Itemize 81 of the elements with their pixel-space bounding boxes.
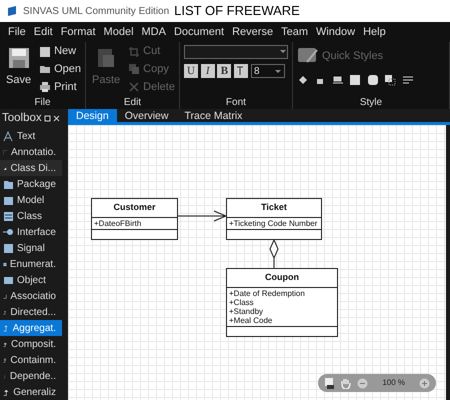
toolbox-item[interactable]: Depende.. — [0, 368, 62, 384]
folder-icon — [3, 178, 14, 190]
menu-item[interactable]: Team — [277, 24, 312, 40]
window-title: SINVAS UML Community Edition — [23, 4, 170, 18]
pin-icon — [44, 115, 51, 122]
menu-item[interactable]: Help — [359, 24, 390, 40]
toolbox-title: Toolbox — [2, 110, 42, 126]
toolbox-item[interactable]: Containm. — [0, 352, 62, 368]
app-logo-icon — [6, 5, 18, 17]
hand-icon — [340, 378, 352, 388]
class-icon — [3, 210, 14, 222]
square-icon — [349, 74, 362, 86]
copy-icon — [128, 63, 140, 76]
toolbox-item[interactable]: Annotatio. — [0, 144, 62, 160]
toolbox-item[interactable]: Text — [0, 128, 62, 144]
letter-a-icon — [3, 130, 14, 142]
close-icon — [52, 115, 60, 122]
toolbox-item[interactable]: Associatio — [0, 288, 62, 304]
caret-icon — [274, 68, 282, 74]
ribbon-button[interactable]: New — [39, 44, 81, 59]
toolbox-item[interactable]: Interface — [0, 224, 62, 240]
tab[interactable]: Overview — [116, 109, 176, 122]
page-icon — [324, 378, 334, 388]
caption-text: LIST OF FREEWARE — [174, 2, 300, 20]
group-label: Edit — [122, 96, 142, 109]
toolbox-item[interactable]: Signal — [0, 240, 62, 256]
line-style-icon — [332, 74, 344, 86]
attribute-text: +DateoFBirth — [94, 218, 142, 228]
ribbon-button[interactable]: Print — [39, 80, 81, 94]
text-format-icon — [234, 64, 248, 78]
format-button[interactable]: U — [184, 64, 198, 78]
toolbox-item[interactable]: Class — [0, 208, 62, 224]
class-name: Ticket — [227, 199, 321, 218]
shadow-icon — [384, 74, 396, 86]
interface-icon — [3, 226, 14, 238]
toolbox-item[interactable]: Object — [0, 272, 62, 288]
group-label: Style — [358, 96, 384, 109]
crop-icon — [128, 46, 140, 58]
attribute-text: +Ticketing Code Number — [229, 218, 318, 228]
zoom-in-icon — [419, 378, 430, 388]
font-size-field[interactable]: 8 — [250, 64, 285, 78]
font-size-value: 8 — [254, 64, 260, 79]
toolbox-item[interactable]: Model — [0, 192, 62, 208]
tab[interactable]: Design — [68, 109, 117, 122]
rounded-square-icon — [366, 74, 379, 86]
menu-item[interactable]: Document — [170, 24, 228, 40]
toolbox-item[interactable]: Package — [0, 176, 62, 192]
format-button[interactable]: B — [217, 64, 232, 78]
menu-item[interactable]: Edit — [30, 24, 57, 40]
class-name: Coupon — [227, 269, 337, 288]
format-button[interactable]: I — [200, 64, 215, 78]
section-header[interactable]: Class Di... — [0, 160, 62, 176]
tab[interactable]: Trace Matrix — [176, 109, 250, 122]
caret-icon — [278, 49, 287, 54]
class-name: Customer — [92, 199, 177, 218]
attribute-text: +Class — [229, 298, 255, 307]
folder-icon — [39, 63, 52, 76]
toolbox-item[interactable]: Generaliz — [0, 384, 62, 400]
group-label: Font — [224, 96, 247, 109]
zoom-out-icon — [357, 378, 368, 388]
menu-item[interactable]: Format — [56, 24, 100, 40]
menu-item[interactable]: File — [4, 24, 30, 40]
menu-item[interactable]: Window — [312, 24, 360, 40]
toolbox-item[interactable]: Directed... — [0, 304, 62, 320]
attribute-text: +Date of Redemption — [229, 288, 306, 298]
x-icon — [128, 81, 140, 93]
printer-icon — [39, 81, 52, 93]
toolbox-item[interactable]: Aggregat. — [0, 320, 62, 336]
menu-item[interactable]: MDA — [138, 24, 170, 40]
attribute-text: +Standby — [229, 306, 264, 316]
attribute-text: +Meal Code — [229, 316, 274, 326]
menu-item[interactable]: Model — [100, 24, 138, 40]
toolbox-item[interactable]: Composit. — [0, 336, 62, 352]
group-label: File — [33, 96, 52, 109]
menu-item[interactable]: Reverse — [228, 24, 278, 40]
toolbox-item[interactable]: Enumerat. — [0, 256, 62, 272]
wrap-text-icon — [402, 74, 414, 86]
ribbon-button[interactable]: Open — [39, 62, 81, 77]
zoom-level: 100 % — [382, 377, 405, 389]
font-dropdown[interactable] — [184, 44, 288, 59]
ribbon-button[interactable]: Save — [4, 44, 34, 90]
